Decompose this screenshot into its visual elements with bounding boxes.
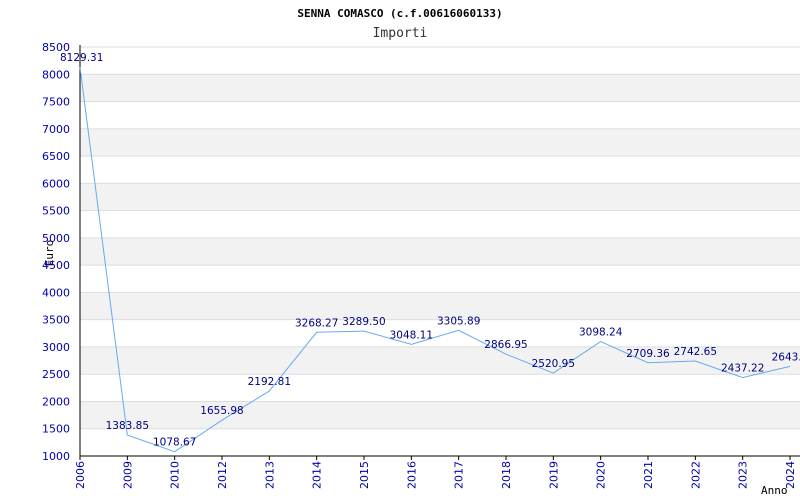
grid-band xyxy=(80,183,800,211)
x-tick-label: 2010 xyxy=(169,461,182,489)
y-tick-label: 5500 xyxy=(42,205,70,218)
x-tick-label: 2020 xyxy=(595,461,608,489)
x-tick-label: 2012 xyxy=(216,461,229,489)
y-tick-label: 3500 xyxy=(42,314,70,327)
data-label: 2437.22 xyxy=(721,363,764,375)
data-label: 3289.50 xyxy=(342,316,385,328)
x-tick-label: 2017 xyxy=(453,461,466,489)
data-label: 2709.36 xyxy=(626,348,670,360)
background-bands xyxy=(80,74,800,429)
data-label: 3048.11 xyxy=(390,329,433,341)
x-tick-label: 2023 xyxy=(737,461,750,489)
data-label: 1383.85 xyxy=(106,420,149,432)
y-tick-label: 4000 xyxy=(42,286,70,299)
x-tick-label: 2015 xyxy=(358,461,371,489)
grid-band xyxy=(80,237,800,266)
y-tick-label: 1000 xyxy=(42,450,70,463)
data-label: 8129.31 xyxy=(60,52,103,64)
x-tick-label: 2024 xyxy=(784,461,797,489)
chart-subtitle: Importi xyxy=(373,26,428,41)
y-tick-label: 6000 xyxy=(42,177,70,190)
y-tick-label: 1500 xyxy=(42,423,70,436)
data-label: 1655.98 xyxy=(200,405,243,417)
data-label: 3098.24 xyxy=(579,327,623,339)
x-tick-label: 2013 xyxy=(263,461,276,489)
y-tick-label: 7500 xyxy=(42,96,70,109)
line-chart: SENNA COMASCO (c.f.00616060133) Importi … xyxy=(42,7,800,497)
data-label: 1078.67 xyxy=(153,437,196,449)
x-tick-label: 2006 xyxy=(74,461,87,489)
data-label: 2866.95 xyxy=(484,339,527,351)
y-tick-label: 6500 xyxy=(42,150,70,163)
data-label: 3305.89 xyxy=(437,315,480,327)
x-tick-label: 2019 xyxy=(547,461,560,489)
x-tick-label: 2014 xyxy=(311,461,324,489)
x-tick-label: 2021 xyxy=(642,461,655,489)
y-tick-label: 3000 xyxy=(42,341,70,354)
x-tick-labels: 2006 2009 2010 2012 2013 2014 2015 2016 2017 2018… xyxy=(74,461,797,489)
grid-band xyxy=(80,74,800,102)
data-label: 3268.27 xyxy=(295,317,338,329)
y-tick-label: 8000 xyxy=(42,68,70,81)
data-label: 2520.95 xyxy=(532,358,575,370)
grid-band xyxy=(80,128,800,157)
y-tick-label: 2500 xyxy=(42,368,70,381)
data-label: 2192.81 xyxy=(248,376,291,388)
data-label: 2742.65 xyxy=(674,346,717,358)
y-tick-label: 2000 xyxy=(42,395,70,408)
y-tick-label: 7000 xyxy=(42,123,70,136)
y-tick-label: 4500 xyxy=(42,259,70,272)
x-tick-label: 2016 xyxy=(405,461,418,489)
chart-title: SENNA COMASCO (c.f.00616060133) xyxy=(297,7,502,20)
grid-band xyxy=(80,401,800,429)
x-tick-label: 2009 xyxy=(121,461,134,489)
x-tick-label: 2018 xyxy=(500,461,513,489)
data-label: 2643.5 xyxy=(772,351,800,363)
x-tick-label: 2022 xyxy=(689,461,702,489)
y-tick-label: 5000 xyxy=(42,232,70,245)
